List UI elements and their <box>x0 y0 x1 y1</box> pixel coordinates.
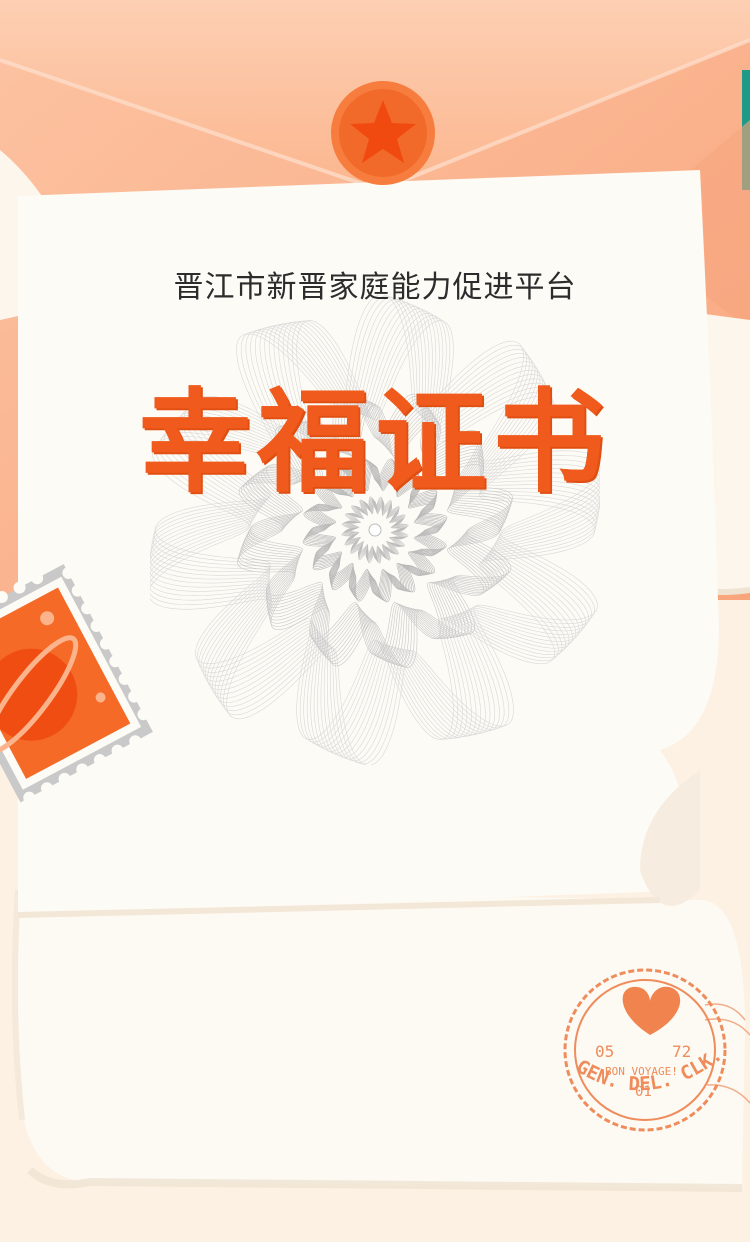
certificate-title: 幸福证书 <box>139 378 611 508</box>
postmark-right-number: 72 <box>672 1042 691 1061</box>
organization-name: 晋江市新晋家庭能力促进平台 <box>173 270 577 305</box>
postmark-stamp: 05 72 BON VOYAGE! 01 GEN. DEL. CLK. <box>555 965 750 1135</box>
star-seal-icon[interactable] <box>328 78 438 188</box>
postmark-left-number: 05 <box>595 1042 614 1061</box>
planet-stamp-icon <box>0 560 170 810</box>
heart-icon <box>622 986 681 1035</box>
